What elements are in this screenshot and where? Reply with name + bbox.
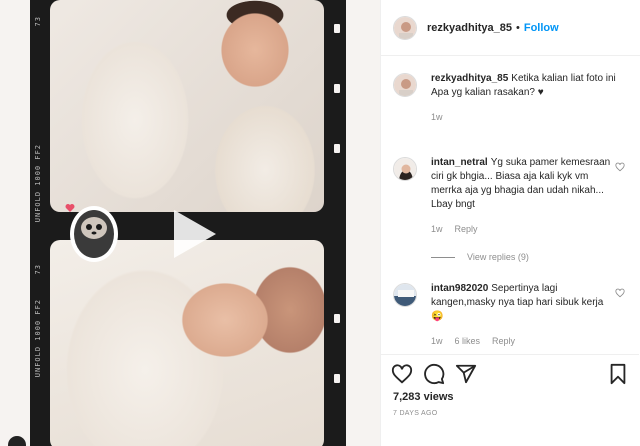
nav-dot[interactable] bbox=[8, 436, 26, 446]
replies-divider bbox=[431, 256, 455, 258]
comment-item: intan_netral Yg suka pamer kemesraan ciri… bbox=[393, 156, 625, 236]
post-date[interactable]: 7 DAYS AGO bbox=[393, 410, 438, 417]
film-perforation bbox=[334, 84, 340, 93]
comment-icon[interactable] bbox=[423, 363, 445, 385]
play-icon[interactable] bbox=[168, 206, 220, 262]
bookmark-icon[interactable] bbox=[607, 363, 629, 385]
caption: rezkyadhitya_85 Ketika kalian liat foto i… bbox=[393, 72, 625, 124]
comments-section: rezkyadhitya_85 Ketika kalian liat foto i… bbox=[381, 56, 639, 354]
film-label: UNFOLD 1000 FF2 bbox=[34, 144, 42, 223]
post-header: rezkyadhitya_85 • Follow bbox=[381, 0, 640, 56]
comment-time[interactable]: 1w bbox=[431, 222, 443, 236]
film-label: 73 bbox=[34, 16, 42, 27]
comment-username[interactable]: intan982020 bbox=[431, 283, 488, 294]
film-perforation bbox=[334, 144, 340, 153]
share-icon[interactable] bbox=[455, 363, 477, 385]
film-perforation bbox=[334, 314, 340, 323]
film-perforation bbox=[334, 374, 340, 383]
header-username[interactable]: rezkyadhitya_85 bbox=[427, 22, 512, 34]
comment-username[interactable]: rezkyadhitya_85 bbox=[431, 73, 508, 84]
follow-button[interactable]: Follow bbox=[524, 22, 559, 34]
photo-frame-top bbox=[50, 0, 324, 212]
photo-frame-bottom bbox=[50, 240, 324, 446]
avatar[interactable] bbox=[393, 15, 417, 40]
separator-dot: • bbox=[516, 21, 520, 34]
comment-time[interactable]: 1w bbox=[431, 110, 443, 124]
film-perforation bbox=[334, 24, 340, 33]
post-actions: 7,283 views 7 DAYS AGO bbox=[381, 354, 639, 446]
post-media[interactable]: 73 UNFOLD 1000 FF2 73 UNFOLD 1000 FF2 bbox=[0, 0, 380, 446]
view-count[interactable]: 7,283 views bbox=[393, 391, 454, 403]
comment-time[interactable]: 1w bbox=[431, 334, 443, 348]
avatar[interactable] bbox=[393, 283, 417, 307]
avatar[interactable] bbox=[393, 73, 417, 97]
comment-username[interactable]: intan_netral bbox=[431, 157, 488, 168]
view-replies-button[interactable]: View replies (9) bbox=[431, 252, 529, 262]
post-side-panel: rezkyadhitya_85 • Follow rezkyadhitya_85… bbox=[380, 0, 640, 446]
view-replies-label: View replies (9) bbox=[467, 252, 529, 262]
comment-item: intan982020 Sepertinya lagi kangen,masky … bbox=[393, 282, 625, 348]
like-comment-heart-icon[interactable] bbox=[615, 288, 625, 298]
reply-button[interactable]: Reply bbox=[492, 334, 515, 348]
comment-likes[interactable]: 6 likes bbox=[455, 334, 481, 348]
sloth-sticker-icon bbox=[65, 204, 118, 262]
reply-button[interactable]: Reply bbox=[455, 222, 478, 236]
heart-icon[interactable] bbox=[391, 363, 413, 385]
avatar[interactable] bbox=[393, 157, 417, 181]
like-comment-heart-icon[interactable] bbox=[615, 162, 625, 172]
film-label: UNFOLD 1000 FF2 bbox=[34, 299, 42, 378]
film-label: 73 bbox=[34, 264, 42, 275]
